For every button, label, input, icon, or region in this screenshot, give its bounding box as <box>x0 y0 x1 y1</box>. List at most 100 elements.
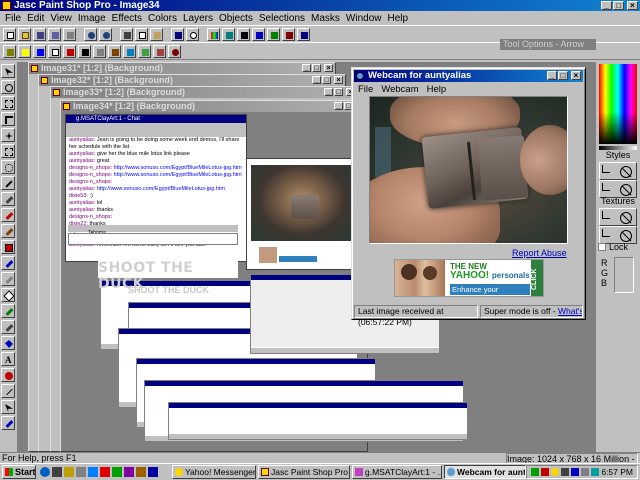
styles-foreground-swatch[interactable] <box>599 162 637 180</box>
whats-this-link[interactable]: What's this? <box>558 306 582 316</box>
grid-icon[interactable] <box>3 44 16 58</box>
browse-icon[interactable] <box>48 27 61 41</box>
rectangle-blue-icon[interactable] <box>33 44 46 58</box>
arrow-tool-icon[interactable] <box>1 64 15 78</box>
app-titlebar[interactable]: Jasc Paint Shop Pro - Image34 _ □ × <box>0 0 640 11</box>
task-webcam[interactable]: Webcam for aunt... <box>444 465 526 479</box>
textures-foreground-swatch[interactable] <box>599 208 637 226</box>
start-button[interactable]: Start <box>2 465 36 479</box>
menu-help[interactable]: Help <box>385 13 412 24</box>
maximize-button[interactable]: □ <box>613 1 624 10</box>
histogram-icon[interactable] <box>237 27 250 41</box>
image33-minimize-button[interactable]: _ <box>324 88 333 96</box>
copy-icon[interactable] <box>135 27 148 41</box>
eraser-tool-icon[interactable] <box>1 288 15 302</box>
image33-maximize-button[interactable]: □ <box>334 88 343 96</box>
menu-image[interactable]: Image <box>75 13 109 24</box>
menu-selections[interactable]: Selections <box>256 13 308 24</box>
tray-network-icon[interactable] <box>531 468 539 476</box>
report-abuse-link[interactable]: Report Abuse <box>512 248 567 258</box>
minimize-button[interactable]: _ <box>601 1 612 10</box>
menu-effects[interactable]: Effects <box>109 13 145 24</box>
layers-icon[interactable] <box>123 44 136 58</box>
airbrush-icon[interactable] <box>1 320 15 334</box>
close-button[interactable]: × <box>627 1 638 10</box>
paint-brush-icon[interactable] <box>1 208 15 222</box>
quicklaunch-icon[interactable] <box>88 467 98 477</box>
menu-file[interactable]: File <box>2 13 24 24</box>
image32-maximize-button[interactable]: □ <box>322 76 331 84</box>
task-yahoo-messenger[interactable]: Yahoo! Messenger <box>172 465 256 479</box>
menu-edit[interactable]: Edit <box>24 13 47 24</box>
image31-minimize-button[interactable]: _ <box>302 64 311 72</box>
color-replacer-icon[interactable] <box>1 240 15 254</box>
scratch-remover-icon[interactable] <box>1 272 15 286</box>
yahoo-personals-ad[interactable]: THE NEW YAHOO! personals Enhance your ch… <box>394 259 544 297</box>
menu-layers[interactable]: Layers <box>180 13 216 24</box>
lock-checkbox[interactable] <box>598 243 606 251</box>
zoom-icon[interactable] <box>186 27 199 41</box>
color-picker[interactable] <box>599 64 637 144</box>
webcam-maximize-button[interactable]: □ <box>558 71 568 80</box>
task-paint-shop-pro[interactable]: Jasc Paint Shop Pro - ... <box>258 465 350 479</box>
quicklaunch-icon[interactable] <box>76 467 86 477</box>
webcam-titlebar[interactable]: Webcam for auntyalias _ □ × <box>354 70 583 82</box>
image32-close-button[interactable]: × <box>334 76 343 84</box>
menu-masks[interactable]: Masks <box>308 13 343 24</box>
record-icon[interactable] <box>168 44 181 58</box>
tray-antivirus-icon[interactable] <box>541 468 549 476</box>
mover-tool-icon[interactable] <box>1 128 15 142</box>
image34-minimize-button[interactable]: _ <box>334 102 343 110</box>
quicklaunch-icon[interactable] <box>124 467 134 477</box>
selection-tool-icon[interactable] <box>1 144 15 158</box>
redo-icon[interactable] <box>99 27 112 41</box>
ie-quicklaunch-icon[interactable] <box>40 467 50 477</box>
layers-palette-icon[interactable] <box>252 27 265 41</box>
image31-close-button[interactable]: × <box>324 64 333 72</box>
tool-options-icon[interactable] <box>222 27 235 41</box>
webcam-window[interactable]: Webcam for auntyalias _ □ × File Webcam … <box>351 67 586 327</box>
clone-brush-icon[interactable] <box>1 224 15 238</box>
tray-monitor-icon[interactable] <box>571 468 579 476</box>
webcam-minimize-button[interactable]: _ <box>547 71 557 80</box>
menu-view[interactable]: View <box>47 13 75 24</box>
preset-shape-icon[interactable] <box>1 368 15 382</box>
freehand-tool-icon[interactable] <box>1 160 15 174</box>
tray-volume-icon[interactable] <box>561 468 569 476</box>
menu-colors[interactable]: Colors <box>145 13 180 24</box>
print-icon[interactable] <box>63 27 76 41</box>
flood-fill-icon[interactable] <box>1 336 15 350</box>
draw-tool-icon[interactable] <box>1 384 15 398</box>
rectangle-yellow-icon[interactable] <box>18 44 31 58</box>
quicklaunch-icon[interactable] <box>100 467 110 477</box>
magic-wand-icon[interactable] <box>1 176 15 190</box>
open-file-icon[interactable] <box>18 27 31 41</box>
brush-icon[interactable] <box>108 44 121 58</box>
image31-maximize-button[interactable]: □ <box>312 64 321 72</box>
script-small-icon[interactable] <box>153 44 166 58</box>
webcam-app-icon[interactable] <box>356 72 364 80</box>
window-icon[interactable] <box>48 44 61 58</box>
script-icon[interactable] <box>282 27 295 41</box>
save-file-icon[interactable] <box>33 27 46 41</box>
color-palette-icon[interactable] <box>207 27 220 41</box>
app-icon[interactable] <box>2 1 11 10</box>
warp-brush-icon[interactable] <box>1 416 15 430</box>
square-icon[interactable] <box>93 44 106 58</box>
menu-window[interactable]: Window <box>343 13 385 24</box>
webcam-menu-help[interactable]: Help <box>423 84 451 95</box>
desktop-quicklaunch-icon[interactable] <box>52 467 62 477</box>
text-tool-icon[interactable]: A <box>1 352 15 366</box>
tray-misc-icon[interactable] <box>591 468 599 476</box>
image32-minimize-button[interactable]: _ <box>312 76 321 84</box>
menu-objects[interactable]: Objects <box>216 13 256 24</box>
webcam-menu-webcam[interactable]: Webcam <box>377 84 422 95</box>
frame-icon[interactable] <box>78 44 91 58</box>
full-screen-icon[interactable] <box>171 27 184 41</box>
zoom-tool-icon[interactable] <box>1 80 15 94</box>
paste-icon[interactable] <box>150 27 163 41</box>
new-file-icon[interactable] <box>3 27 16 41</box>
cut-icon[interactable] <box>120 27 133 41</box>
tray-misc-icon[interactable] <box>581 468 589 476</box>
quicklaunch-icon[interactable] <box>148 467 158 477</box>
